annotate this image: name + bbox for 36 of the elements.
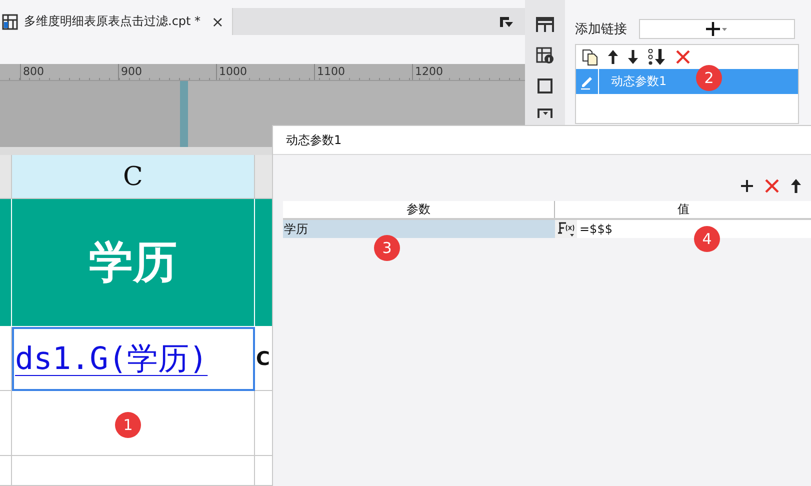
info-table-icon[interactable] [536,47,554,64]
dialog-title: 动态参数1 [273,126,811,155]
ruler-label: 1100 [317,65,345,78]
ruler-label: 1200 [415,65,443,78]
add-icon[interactable] [741,180,753,192]
up-arrow-icon[interactable] [608,50,618,64]
down-arrow-icon[interactable] [628,50,638,64]
tab-title: 多维度明细表原表点击过滤.cpt * [24,13,201,30]
dropdown-icon[interactable] [499,16,513,28]
column-header: 值 [554,201,811,219]
move-bottom-icon[interactable] [648,49,666,65]
param-cell[interactable]: 学历 [283,219,554,238]
add-link-label: 添加链接 [575,21,627,38]
square-icon[interactable] [537,78,553,94]
column-header[interactable]: C [12,155,255,199]
close-button[interactable]: × [211,12,224,31]
ruler-label: 1000 [219,65,247,78]
column-header: 参数 [283,201,554,219]
delete-icon[interactable] [765,179,779,193]
document-tab[interactable]: 多维度明细表原表点击过滤.cpt * × [0,8,233,36]
table-cell [0,327,12,391]
ruler-label: 900 [121,65,142,78]
dropdown-box-icon[interactable] [537,108,553,118]
up-arrow-icon[interactable] [791,179,801,193]
copy-icon[interactable] [582,48,598,66]
column-marker[interactable] [180,81,188,147]
data-cell[interactable]: ds1.G(学历) [12,327,255,391]
table-cell [0,456,12,486]
table-cell [0,391,12,456]
table-icon[interactable] [536,17,554,33]
header-cell: 学历 [12,199,255,327]
report-icon [2,14,18,30]
formula-button[interactable] [554,220,576,238]
delete-icon[interactable] [676,50,690,64]
plus-icon [706,22,728,36]
ruler-label: 800 [23,65,44,78]
